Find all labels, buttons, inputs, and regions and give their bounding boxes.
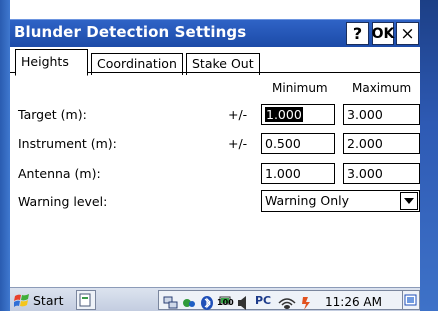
instrument-plus-minus: +/- [228, 136, 248, 151]
bluetooth-icon[interactable] [199, 295, 215, 311]
window-title: Blunder Detection Settings [14, 23, 247, 41]
instrument-label: Instrument (m): [18, 136, 117, 151]
desktop-icon [404, 294, 417, 306]
desktop-button[interactable] [402, 290, 420, 310]
volume-icon[interactable] [235, 295, 251, 311]
screen-frame-right [420, 0, 438, 311]
instrument-min-field[interactable]: 0.500 [261, 133, 335, 154]
start-button[interactable]: Start [12, 290, 68, 310]
taskbar: Start 100 PC 11:26 AM [10, 287, 420, 311]
windows-flag-icon [14, 293, 29, 307]
antenna-label: Antenna (m): [18, 166, 101, 181]
screen: Blunder Detection Settings ? OK × Height… [10, 0, 420, 311]
start-label: Start [33, 292, 64, 308]
ok-button[interactable]: OK [372, 22, 394, 45]
warning-level-dropdown[interactable]: Warning Only [261, 190, 420, 212]
target-min-field[interactable]: 1.000 [261, 104, 335, 125]
pc-connection-label[interactable]: PC [255, 294, 271, 307]
network-icon[interactable] [163, 295, 179, 311]
warning-level-label: Warning level: [18, 194, 108, 209]
target-plus-minus: +/- [228, 107, 248, 122]
power-icon[interactable] [299, 295, 315, 311]
sync-icon[interactable] [181, 295, 197, 311]
warning-level-value: Warning Only [265, 193, 349, 208]
help-button[interactable]: ? [346, 22, 369, 45]
tab-heights[interactable]: Heights [15, 49, 88, 76]
close-button[interactable]: × [396, 22, 419, 45]
screen-frame-left [0, 0, 10, 311]
tab-strip: Heights Coordination Stake Out [10, 47, 420, 76]
target-min-value: 1.000 [265, 107, 303, 122]
close-icon: × [400, 23, 415, 44]
dropdown-button[interactable] [400, 192, 418, 210]
wireless-icon[interactable] [277, 295, 297, 311]
instrument-max-field[interactable]: 2.000 [343, 133, 420, 154]
keyboard-toggle-button[interactable] [76, 290, 96, 310]
maximum-header: Maximum [352, 81, 412, 95]
minimum-header: Minimum [272, 81, 328, 95]
antenna-min-field[interactable]: 1.000 [261, 163, 335, 184]
antenna-max-field[interactable]: 3.000 [343, 163, 420, 184]
battery-level: 100 [217, 298, 234, 307]
chevron-down-icon [404, 198, 414, 204]
target-max-field[interactable]: 3.000 [343, 104, 420, 125]
input-panel-icon [79, 293, 91, 307]
target-label: Target (m): [18, 107, 87, 122]
system-tray: 100 PC 11:26 AM [158, 290, 410, 310]
title-bar: Blunder Detection Settings ? OK × [10, 19, 420, 47]
clock[interactable]: 11:26 AM [325, 295, 382, 309]
help-icon: ? [352, 24, 363, 43]
